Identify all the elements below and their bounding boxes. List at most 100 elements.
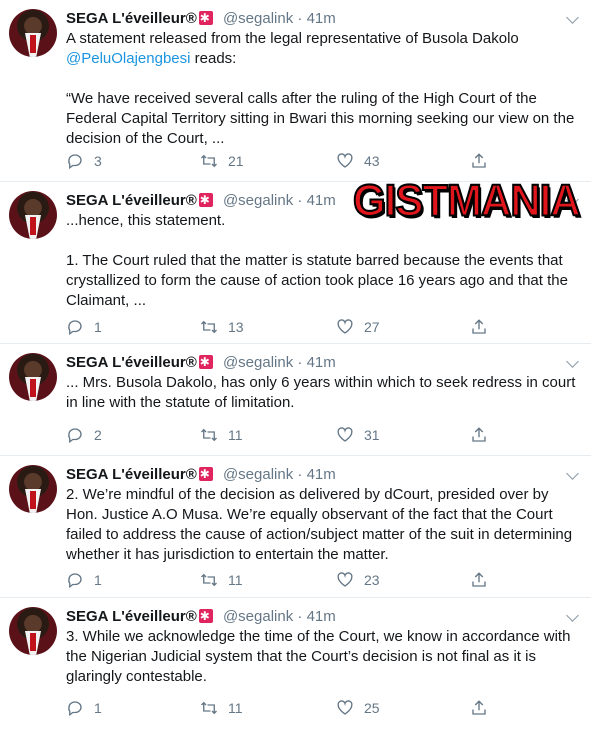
- like-count: 27: [364, 319, 380, 335]
- like-button[interactable]: 25: [336, 698, 380, 718]
- like-count: 43: [364, 153, 380, 169]
- tweet-header: SEGA L'éveilleur® @segalink · 41m: [66, 8, 336, 29]
- tweet-actions: 3 21 43: [66, 151, 506, 171]
- username[interactable]: @segalink: [223, 608, 293, 625]
- username[interactable]: @segalink: [223, 10, 293, 27]
- display-name[interactable]: SEGA L'éveilleur®: [66, 354, 197, 371]
- share-button[interactable]: [470, 317, 488, 337]
- chevron-down-icon[interactable]: [566, 467, 579, 480]
- share-icon: [472, 572, 486, 587]
- avatar[interactable]: [9, 9, 57, 57]
- tweet-text: 3. While we acknowledge the time of the …: [66, 627, 578, 687]
- retweet-button[interactable]: 13: [200, 317, 244, 337]
- share-button[interactable]: [470, 425, 488, 445]
- like-button[interactable]: 43: [336, 151, 380, 171]
- retweet-icon: [201, 573, 217, 587]
- reply-icon: [68, 154, 82, 170]
- avatar[interactable]: [9, 191, 57, 239]
- mention-link[interactable]: @PeluOlajengbesi: [66, 50, 190, 67]
- retweet-count: 11: [228, 572, 243, 588]
- tweet-header: SEGA L'éveilleur® @segalink · 41m: [66, 606, 336, 627]
- tweet[interactable]: SEGA L'éveilleur® @segalink · 41m 2. We’…: [0, 456, 591, 598]
- retweet-button[interactable]: 11: [200, 570, 243, 590]
- retweet-count: 11: [228, 700, 243, 716]
- tweet-text-paragraph: 3. While we acknowledge the time of the …: [66, 628, 571, 685]
- like-count: 25: [364, 700, 380, 716]
- avatar[interactable]: [9, 353, 57, 401]
- retweet-count: 13: [228, 319, 244, 335]
- timestamp[interactable]: 41m: [307, 10, 336, 27]
- watermark-logo: GISTMANIA: [352, 175, 582, 226]
- tweet-text-paragraph: ... Mrs. Busola Dakolo, has only 6 years…: [66, 374, 576, 411]
- retweet-count: 21: [228, 153, 244, 169]
- timestamp[interactable]: 41m: [307, 192, 336, 209]
- tweet[interactable]: SEGA L'éveilleur® @segalink · 41m ... Mr…: [0, 344, 591, 456]
- reply-count: 1: [94, 700, 102, 716]
- tweet-header: SEGA L'éveilleur® @segalink · 41m: [66, 464, 336, 485]
- reply-button[interactable]: 3: [66, 151, 102, 171]
- tweet-actions: 1 11 23: [66, 570, 506, 590]
- heart-icon: [337, 700, 353, 715]
- share-icon: [472, 700, 486, 715]
- heart-icon: [337, 319, 353, 334]
- chevron-down-icon[interactable]: [566, 11, 579, 24]
- like-button[interactable]: 31: [336, 425, 380, 445]
- avatar[interactable]: [9, 607, 57, 655]
- share-button[interactable]: [470, 698, 488, 718]
- tweet-actions: 1 13 27: [66, 317, 506, 337]
- timestamp[interactable]: 41m: [307, 354, 336, 371]
- chevron-down-icon[interactable]: [566, 609, 579, 622]
- like-button[interactable]: 27: [336, 317, 380, 337]
- avatar[interactable]: [9, 465, 57, 513]
- retweet-button[interactable]: 11: [200, 698, 243, 718]
- share-button[interactable]: [470, 570, 488, 590]
- reply-count: 2: [94, 427, 102, 443]
- tweet-header: SEGA L'éveilleur® @segalink · 41m: [66, 352, 336, 373]
- retweet-count: 11: [228, 427, 243, 443]
- reply-icon: [68, 428, 82, 444]
- display-name[interactable]: SEGA L'éveilleur®: [66, 466, 197, 483]
- retweet-button[interactable]: 21: [200, 151, 244, 171]
- heart-icon: [337, 572, 353, 587]
- retweet-button[interactable]: 11: [200, 425, 243, 445]
- reply-button[interactable]: 2: [66, 425, 102, 445]
- display-name[interactable]: SEGA L'éveilleur®: [66, 10, 197, 27]
- separator-dot: ·: [297, 466, 303, 483]
- timestamp[interactable]: 41m: [307, 466, 336, 483]
- tweet-text: ... Mrs. Busola Dakolo, has only 6 years…: [66, 373, 578, 413]
- share-icon: [472, 427, 486, 442]
- emoji-badge-icon: [198, 606, 213, 626]
- like-count: 23: [364, 572, 380, 588]
- reply-count: 1: [94, 319, 102, 335]
- retweet-icon: [201, 154, 217, 168]
- retweet-icon: [201, 428, 217, 442]
- display-name[interactable]: SEGA L'éveilleur®: [66, 192, 197, 209]
- separator-dot: ·: [297, 354, 303, 371]
- heart-icon: [337, 153, 353, 168]
- retweet-icon: [201, 320, 217, 334]
- reply-button[interactable]: 1: [66, 698, 102, 718]
- separator-dot: ·: [297, 192, 303, 209]
- share-icon: [472, 153, 486, 168]
- tweet-text-line: A statement released from the legal repr…: [66, 30, 519, 47]
- tweet-header: SEGA L'éveilleur® @segalink · 41m: [66, 190, 336, 211]
- username[interactable]: @segalink: [223, 192, 293, 209]
- heart-icon: [337, 427, 353, 442]
- reply-button[interactable]: 1: [66, 317, 102, 337]
- reply-button[interactable]: 1: [66, 570, 102, 590]
- username[interactable]: @segalink: [223, 354, 293, 371]
- chevron-down-icon[interactable]: [566, 355, 579, 368]
- username[interactable]: @segalink: [223, 466, 293, 483]
- reply-icon: [68, 573, 82, 589]
- share-icon: [472, 319, 486, 334]
- share-button[interactable]: [470, 151, 488, 171]
- display-name[interactable]: SEGA L'éveilleur®: [66, 608, 197, 625]
- emoji-badge-icon: [198, 352, 213, 372]
- tweet[interactable]: SEGA L'éveilleur® @segalink · 41m A stat…: [0, 0, 591, 182]
- reply-count: 3: [94, 153, 102, 169]
- timestamp[interactable]: 41m: [307, 608, 336, 625]
- emoji-badge-icon: [198, 190, 213, 210]
- tweet[interactable]: SEGA L'éveilleur® @segalink · 41m 3. Whi…: [0, 598, 591, 731]
- tweet-text-paragraph: 2. We’re mindful of the decision as deli…: [66, 486, 573, 563]
- like-button[interactable]: 23: [336, 570, 380, 590]
